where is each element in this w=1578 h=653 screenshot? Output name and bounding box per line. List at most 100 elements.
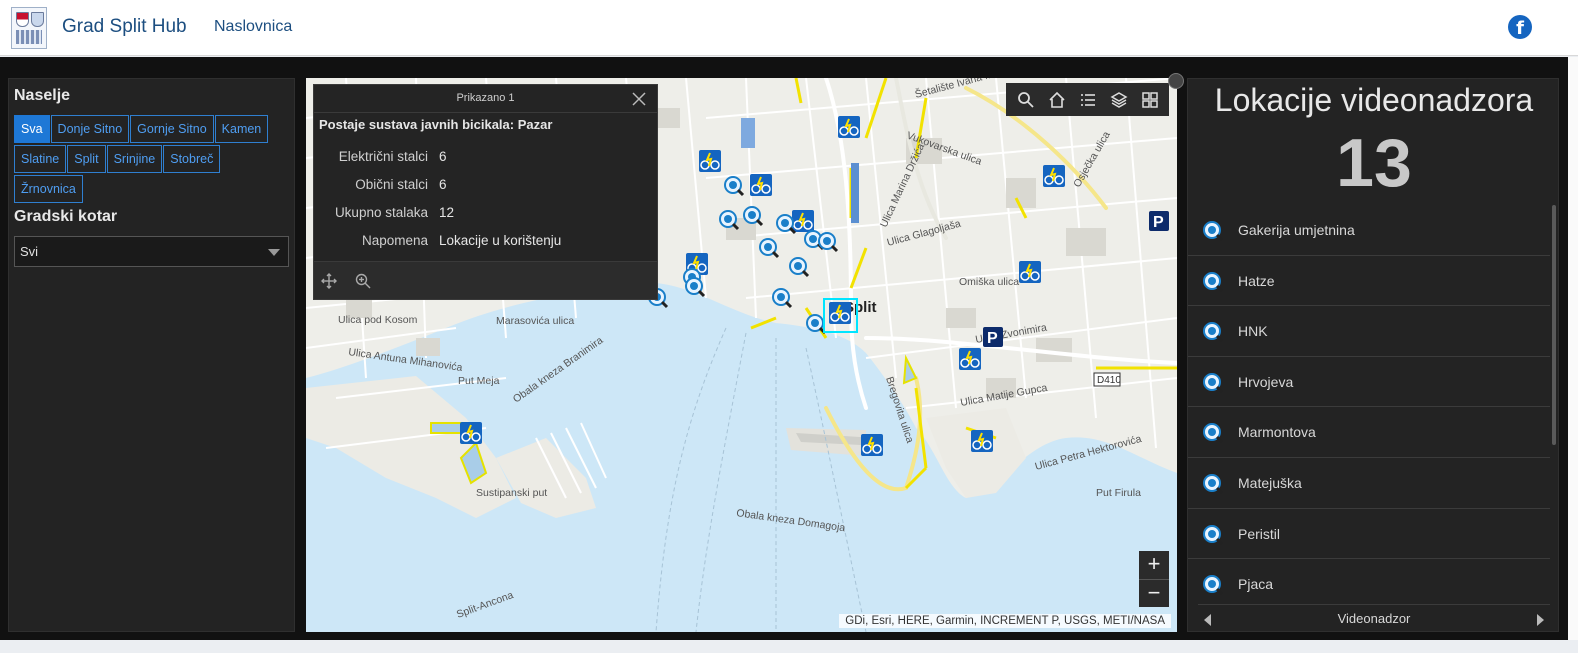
bike-station-marker[interactable] [829,302,851,324]
popup-footer [314,261,657,299]
route-d410: D410 [1097,375,1121,386]
layers-icon[interactable] [1106,87,1132,113]
bike-station-marker[interactable] [1043,165,1065,187]
camera-list-label: Peristil [1238,525,1281,542]
chip-gornje-sitno[interactable]: Gornje Sitno [130,115,214,143]
camera-list-label: Gakerija umjetnina [1238,222,1355,238]
feature-popup: Prikazano 1 Postaje sustava javnih bicik… [313,84,658,300]
field-value: 6 [439,177,447,192]
bike-station-marker[interactable] [699,150,721,172]
camera-list-item[interactable]: Hatze [1188,256,1550,307]
bike-station-marker[interactable] [460,422,482,444]
camera-list-item[interactable]: Hrvojeva [1188,357,1550,408]
bike-station-marker[interactable] [792,210,814,232]
close-icon[interactable] [631,91,647,107]
nav-link-home[interactable]: Naslovnica [214,18,292,36]
pan-to-icon[interactable] [320,272,338,290]
camera-list-item[interactable]: Marmontova [1188,407,1550,458]
site-title[interactable]: Grad Split Hub [62,16,187,38]
chip-sva[interactable]: Sva [14,115,50,143]
expand-icon[interactable] [1168,73,1184,89]
field-value: Lokacije u korištenju [439,233,562,248]
chip-donje-sitno[interactable]: Donje Sitno [50,115,130,143]
zoom-to-icon[interactable] [354,272,372,290]
bike-station-marker[interactable] [750,174,772,196]
kotar-title: Gradski kotar [14,208,118,225]
chip-stobrec[interactable]: Stobreč [163,145,221,173]
camera-marker[interactable] [772,288,793,309]
camera-list-label: Hatze [1238,272,1275,289]
popup-field-row: Obični stalci 6 [314,177,659,197]
camera-list-panel: Lokacije videonadzora 13 Gakerija umjetn… [1187,78,1559,632]
camera-list: Gakerija umjetnina Hatze HNK Hrvojeva Marmon… [1188,205,1550,605]
chip-kamen[interactable]: Kamen [214,115,269,143]
park-area-2 [430,422,462,434]
park-area-3 [902,354,918,385]
map-attribution: GDi, Esri, HERE, Garmin, INCREMENT P, US… [839,614,1171,628]
parking-marker-2[interactable]: P [1149,211,1169,231]
camera-list-item[interactable]: Gakerija umjetnina [1188,205,1550,256]
kotar-select[interactable]: Svi [14,236,289,267]
zoom-out-button[interactable]: − [1139,579,1169,607]
pond-marker [741,118,755,148]
search-icon[interactable] [1013,87,1039,113]
zoom-in-button[interactable]: + [1139,551,1169,579]
label-omiska: Omiška ulica [959,276,1019,288]
camera-list-label: Marmontova [1238,424,1316,441]
popup-feature-count: Prikazano 1 [456,92,515,104]
label-marasoviceva: Marasovića ulica [496,315,574,327]
basemap-gallery-icon[interactable] [1137,87,1163,113]
panel-title: Lokacije videonadzora [1214,82,1534,118]
camera-list-item[interactable]: Matejuška [1188,458,1550,509]
camera-location-icon [1203,322,1224,343]
chevron-right-icon[interactable] [1537,614,1544,626]
chip-split[interactable]: Split [67,145,106,173]
camera-location-icon [1203,271,1224,292]
chip-srinjine[interactable]: Srinjine [106,145,163,173]
field-value: 6 [439,149,447,164]
popup-field-row: Ukupno stalaka 12 [314,205,659,225]
bike-station-marker[interactable] [1019,261,1041,283]
field-key: Obični stalci [355,177,428,192]
parking-marker[interactable]: P [983,327,1003,347]
camera-location-icon [1203,575,1224,596]
popup-title: Postaje sustava javnih bicikala: Pazar [319,117,553,132]
popup-field-row: Električni stalci 6 [314,149,659,169]
list-icon[interactable] [1075,87,1101,113]
list-scrollbar[interactable] [1552,205,1556,445]
chip-zrnovnica[interactable]: Žrnovnica [14,175,83,203]
svg-text:P: P [987,330,998,347]
camera-marker[interactable] [789,257,810,278]
zoom-control: + − [1139,551,1169,607]
camera-location-icon [1203,473,1224,495]
panel-footer: Videonadzor [1198,604,1550,632]
camera-list-item[interactable]: Peristil [1188,509,1550,560]
bike-station-marker[interactable] [838,116,860,138]
camera-marker[interactable] [719,210,740,231]
home-icon[interactable] [1044,87,1070,113]
camera-marker[interactable] [759,238,780,259]
chip-slatine[interactable]: Slatine [14,145,67,173]
bike-station-marker[interactable] [861,434,883,456]
naselje-title: Naselje [14,87,71,104]
camera-list-label: Matejuška [1238,474,1302,491]
camera-list-label: Hrvojeva [1238,373,1294,390]
city-logo[interactable] [11,7,47,49]
label-osjecka: Osječka ulica [1071,129,1113,189]
panel-footer-label: Videonadzor [1337,611,1411,626]
field-key: Električni stalci [338,149,428,164]
camera-location-icon [1203,221,1224,242]
camera-list-item[interactable]: Pjaca [1188,559,1550,605]
naselje-chip-group: Sva Donje Sitno Gornje Sitno Kamen Slati… [14,115,289,204]
camera-location-icon [1203,524,1224,545]
lane-marker-blue [851,163,859,223]
camera-marker[interactable] [724,176,745,197]
page-edge [1568,57,1578,640]
bike-station-marker[interactable] [959,348,981,370]
camera-list-label: Pjaca [1238,576,1274,593]
logo-shield-right [31,12,44,27]
facebook-icon[interactable]: f [1508,15,1532,39]
bike-station-marker[interactable] [971,430,993,452]
camera-list-item[interactable]: HNK [1188,306,1550,357]
panel-count: 13 [1336,125,1412,201]
